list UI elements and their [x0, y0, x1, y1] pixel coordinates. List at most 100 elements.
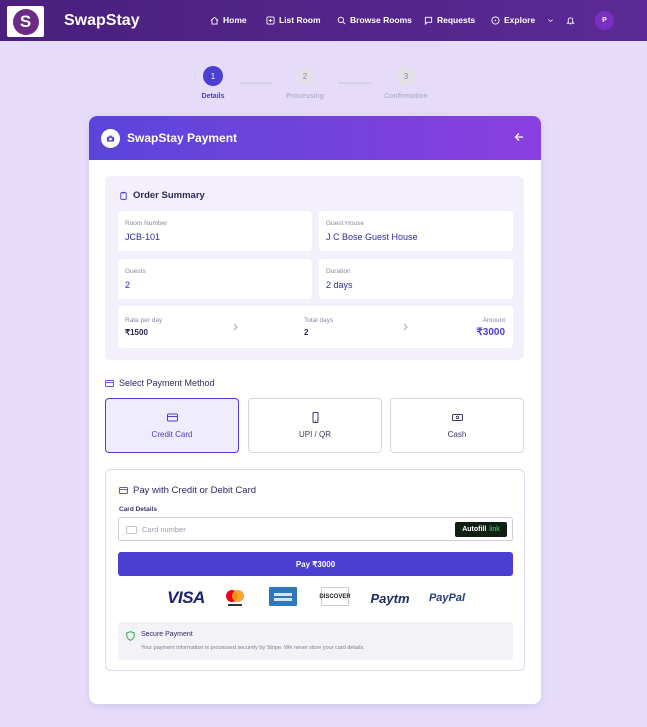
- total-days-value: 2: [304, 328, 309, 337]
- clipboard-icon: [120, 191, 127, 200]
- avatar[interactable]: P: [595, 11, 614, 30]
- total-days-label: Total days: [304, 317, 334, 324]
- amount-value: ₹3000: [476, 327, 505, 338]
- step-number: 3: [396, 66, 416, 86]
- payment-card: SwapStay Payment Order Summary Room Numb…: [89, 116, 541, 704]
- plus-square-icon: [266, 15, 275, 25]
- compass-icon: [491, 15, 500, 25]
- card-details-label: Card Details: [119, 506, 157, 513]
- autofill-text: Autofill: [462, 526, 487, 533]
- bell-icon[interactable]: [566, 16, 575, 25]
- card-number-placeholder: Card number: [142, 525, 186, 534]
- payment-method-title: Select Payment Method: [119, 378, 215, 388]
- brand-name[interactable]: SwapStay: [64, 12, 140, 30]
- camera-icon: [101, 129, 120, 148]
- order-summary-title: Order Summary: [133, 190, 205, 201]
- amount-cell: Amount ₹3000: [476, 317, 505, 338]
- autofill-link-text: link: [489, 526, 500, 533]
- order-summary-heading: Order Summary: [119, 190, 205, 201]
- message-icon: [424, 16, 433, 25]
- nav-home[interactable]: Home: [210, 15, 247, 25]
- back-arrow-icon[interactable]: [513, 131, 525, 143]
- mastercard-logo: [225, 587, 245, 609]
- rate-label: Rate per day: [125, 317, 163, 324]
- guest-house-value: J C Bose Guest House: [326, 232, 418, 242]
- cash-option-label: Cash: [447, 430, 467, 439]
- guests-field: Guests 2: [118, 259, 312, 299]
- top-navbar: S SwapStay Home List Room Browse Rooms R…: [0, 0, 647, 41]
- payment-method-heading: Select Payment Method: [105, 378, 215, 388]
- duration-label: Duration: [326, 268, 351, 275]
- order-summary: Order Summary Room Number JCB-101 Guest …: [105, 176, 524, 360]
- guest-house-field: Guest House J C Bose Guest House: [319, 211, 513, 251]
- guests-value: 2: [125, 280, 131, 290]
- step-details: 1 Details: [183, 66, 243, 100]
- chevron-right-icon: [233, 323, 238, 331]
- upi-qr-option-label: UPI / QR: [298, 430, 331, 439]
- pay-button[interactable]: Pay ₹3000: [118, 552, 513, 576]
- card-payment-form: Pay with Credit or Debit Card Card Detai…: [105, 469, 525, 671]
- card-icon: [126, 526, 137, 534]
- step-number: 1: [203, 66, 223, 86]
- nav-browse-rooms-label: Browse Rooms: [350, 15, 412, 25]
- card-number-input[interactable]: Card number Autofill link: [118, 517, 513, 541]
- logo-letter: S: [12, 8, 39, 35]
- credit-card-icon: [166, 413, 178, 422]
- step-connector: [240, 82, 272, 84]
- autofill-link-button[interactable]: Autofill link: [455, 522, 507, 537]
- upi-qr-option[interactable]: UPI / QR: [248, 398, 382, 453]
- logo[interactable]: S: [7, 6, 44, 37]
- pay-form-heading: Pay with Credit or Debit Card: [119, 485, 256, 496]
- step-connector: [338, 82, 371, 84]
- amex-logo: [269, 587, 297, 606]
- visa-logo: VISA: [167, 588, 205, 607]
- nav-explore-label: Explore: [504, 15, 536, 25]
- room-number-field: Room Number JCB-101: [118, 211, 312, 251]
- nav-requests[interactable]: Requests: [424, 15, 475, 25]
- rate-value: ₹1500: [125, 328, 148, 337]
- credit-card-icon: [119, 487, 128, 494]
- step-label: Details: [201, 93, 225, 100]
- step-processing: 2 Processing: [275, 66, 335, 100]
- credit-card-icon: [105, 379, 114, 387]
- nav-browse-rooms[interactable]: Browse Rooms: [337, 15, 412, 25]
- cash-icon: [451, 414, 463, 421]
- room-number-label: Room Number: [125, 220, 168, 227]
- nav-list-room[interactable]: List Room: [266, 15, 321, 25]
- smartphone-icon: [312, 412, 318, 423]
- room-number-value: JCB-101: [125, 232, 161, 242]
- step-confirmation: 3 Confirmation: [376, 66, 436, 100]
- paypal-logo: PayPal: [428, 592, 466, 604]
- nav-explore[interactable]: Explore: [491, 15, 554, 25]
- guests-label: Guests: [125, 268, 146, 275]
- search-icon: [337, 16, 346, 24]
- pay-form-title: Pay with Credit or Debit Card: [133, 485, 257, 496]
- nav-list-room-label: List Room: [279, 15, 321, 25]
- nav-home-label: Home: [223, 15, 247, 25]
- secure-payment-text: Your payment information is processed se…: [141, 645, 365, 651]
- chevron-right-icon: [403, 323, 408, 331]
- credit-card-option[interactable]: Credit Card: [105, 398, 239, 453]
- card-brand-logos: VISA DISCOVER Paytm PayPal: [106, 587, 526, 611]
- paytm-logo: Paytm: [370, 590, 410, 606]
- price-breakdown: Rate per day ₹1500 Total days 2 Amount ₹…: [118, 306, 513, 348]
- secure-payment-notice: Secure Payment Your payment information …: [118, 622, 513, 660]
- cash-option[interactable]: Cash: [390, 398, 524, 453]
- credit-card-option-label: Credit Card: [151, 430, 193, 439]
- step-label: Confirmation: [384, 93, 428, 100]
- secure-payment-title: Secure Payment: [141, 631, 193, 638]
- step-label: Processing: [286, 93, 324, 100]
- discover-logo: DISCOVER: [319, 587, 351, 606]
- payment-card-header: SwapStay Payment: [89, 116, 541, 160]
- guest-house-label: Guest House: [326, 220, 364, 227]
- home-icon: [210, 16, 219, 25]
- duration-field: Duration 2 days: [319, 259, 513, 299]
- amount-label: Amount: [482, 317, 505, 324]
- shield-icon: [126, 631, 135, 641]
- step-number: 2: [295, 66, 315, 86]
- chevron-down-icon: [548, 18, 554, 22]
- card-title: SwapStay Payment: [127, 131, 238, 145]
- duration-value: 2 days: [326, 280, 353, 290]
- nav-requests-label: Requests: [437, 15, 476, 25]
- total-days-cell: Total days 2: [304, 317, 333, 337]
